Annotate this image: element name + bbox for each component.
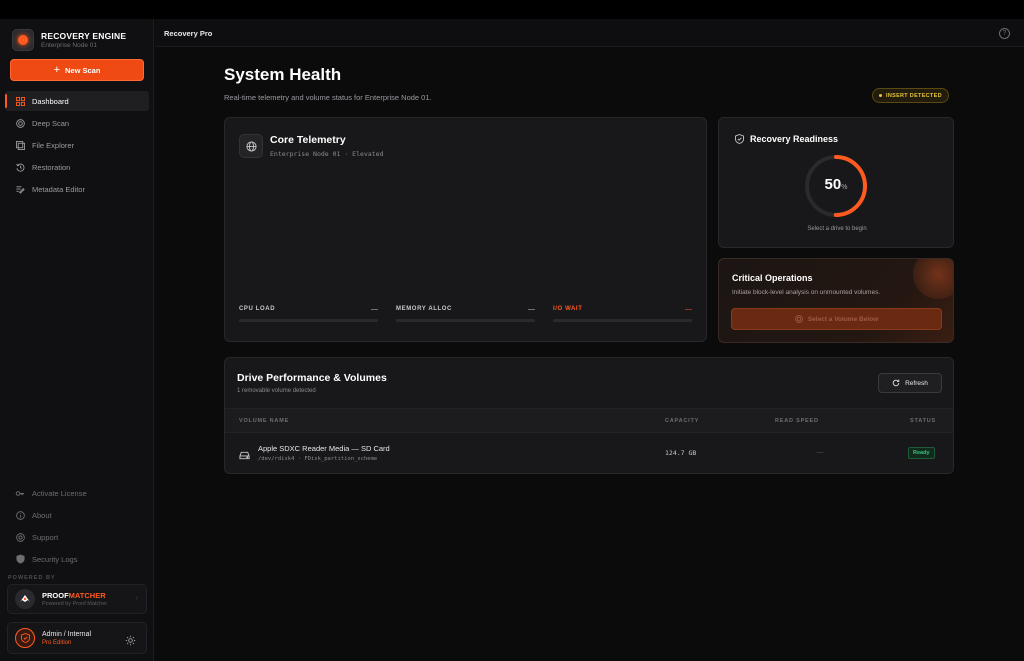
sidebar-item-deep-scan[interactable]: Deep Scan: [5, 113, 149, 133]
secondary-nav: Activate License About Support Security …: [5, 483, 149, 571]
main-header: Recovery Pro ?: [155, 19, 1024, 47]
help-icon[interactable]: ?: [999, 28, 1010, 39]
new-scan-label: New Scan: [65, 65, 101, 75]
sidebar-item-label: Security Logs: [32, 554, 78, 564]
telemetry-title: Core Telemetry: [270, 134, 346, 146]
critical-subtitle: Initiate block-level analysis on unmount…: [732, 289, 881, 296]
recovery-readiness-card: Recovery Readiness 50% Select a drive to…: [718, 117, 954, 248]
column-header-volume-name[interactable]: VOLUME NAME: [239, 418, 289, 424]
page-subtitle: Real-time telemetry and volume status fo…: [224, 93, 432, 102]
sidebar-item-label: Support: [32, 532, 59, 542]
select-volume-button[interactable]: Select a Volume Below: [731, 308, 942, 330]
sidebar-item-activate-license[interactable]: Activate License: [5, 483, 149, 503]
key-icon: [15, 488, 25, 498]
refresh-icon: [892, 379, 900, 387]
sidebar-item-metadata-editor[interactable]: Metadata Editor: [5, 179, 149, 199]
proofmatcher-card[interactable]: PROOFMATCHER Powered by Proof Matcher ›: [7, 584, 147, 614]
volume-read-speed: —: [817, 449, 824, 456]
critical-operations-card: Critical Operations Initiate block-level…: [718, 258, 954, 343]
metric-io-wait: I/O WAIT —: [553, 306, 692, 322]
metric-value: —: [685, 306, 692, 313]
refresh-button[interactable]: Refresh: [878, 373, 942, 393]
sidebar-item-about[interactable]: About: [5, 505, 149, 525]
brand-subtitle: Enterprise Node 01: [41, 42, 98, 49]
sidebar-item-label: About: [32, 510, 52, 520]
avatar: [15, 628, 35, 648]
sidebar-item-support[interactable]: Support: [5, 527, 149, 547]
status-dot-icon: [879, 94, 882, 97]
page-title: System Health: [224, 65, 342, 84]
column-header-status[interactable]: STATUS: [910, 418, 936, 424]
volume-capacity: 124.7 GB: [665, 449, 697, 457]
drive-icon: [239, 447, 250, 465]
sidebar-item-restoration[interactable]: Restoration: [5, 157, 149, 177]
brand: RECOVERY ENGINE Enterprise Node 01: [12, 29, 126, 51]
readiness-title: Recovery Readiness: [735, 134, 838, 144]
folder-icon: [15, 140, 25, 150]
target-icon: [15, 118, 25, 128]
edit-list-icon: [15, 184, 25, 194]
sidebar: RECOVERY ENGINE Enterprise Node 01 + New…: [0, 19, 154, 661]
metric-value: —: [371, 306, 378, 313]
powered-by-label: POWERED BY: [8, 575, 56, 581]
plus-icon: +: [53, 64, 60, 76]
proofmatcher-title: PROOFMATCHER: [42, 591, 106, 600]
grid-icon: [15, 96, 25, 106]
metric-bar: [553, 319, 692, 322]
metric-label: MEMORY ALLOC: [396, 306, 452, 312]
brand-title: RECOVERY ENGINE: [41, 31, 127, 41]
telemetry-subtitle: Enterprise Node 01 · Elevated: [270, 150, 384, 158]
metric-memory-alloc: MEMORY ALLOC —: [396, 306, 535, 322]
metric-cpu-load: CPU LOAD —: [239, 306, 378, 322]
sidebar-item-label: File Explorer: [32, 140, 75, 150]
user-card[interactable]: Admin / Internal Pro Edition: [7, 622, 147, 654]
help-icon: [15, 532, 25, 542]
volume-path: /dev/rdisk4 · FDisk_partition_scheme: [258, 456, 378, 462]
history-icon: [15, 162, 25, 172]
shield-check-icon: [735, 134, 744, 144]
volume-name: Apple SDXC Reader Media — SD Card: [258, 444, 390, 453]
user-name: Admin / Internal: [42, 630, 92, 638]
sidebar-item-label: Activate License: [32, 488, 87, 498]
core-telemetry-card: Core Telemetry Enterprise Node 01 · Elev…: [224, 117, 707, 342]
user-edition: Pro Edition: [42, 639, 72, 646]
table-header: VOLUME NAME CAPACITY READ SPEED STATUS: [225, 408, 953, 433]
metric-label: I/O WAIT: [553, 306, 583, 312]
readiness-hint: Select a drive to begin: [807, 226, 867, 232]
gear-icon[interactable]: [125, 633, 136, 651]
readiness-value: 50%: [824, 176, 848, 193]
critical-title: Critical Operations: [732, 273, 813, 283]
proofmatcher-logo-icon: [15, 589, 35, 609]
column-header-read-speed[interactable]: READ SPEED: [775, 418, 819, 424]
brand-logo-icon: [12, 29, 34, 51]
sidebar-item-label: Metadata Editor: [32, 184, 85, 194]
sidebar-item-label: Restoration: [32, 162, 71, 172]
sidebar-item-security-logs[interactable]: Security Logs: [5, 549, 149, 569]
globe-icon: [239, 134, 263, 158]
drives-title: Drive Performance & Volumes: [237, 372, 387, 384]
info-icon: [15, 510, 25, 520]
app-title: Recovery Pro: [164, 29, 213, 38]
column-header-capacity[interactable]: CAPACITY: [665, 418, 699, 424]
sidebar-item-label: Dashboard: [32, 96, 69, 106]
window-top-bar: [0, 0, 1024, 19]
sidebar-item-dashboard[interactable]: Dashboard: [5, 91, 149, 111]
new-scan-button[interactable]: + New Scan: [10, 59, 144, 81]
insert-detected-badge: INSERT DETECTED: [872, 88, 949, 103]
proofmatcher-subtitle: Powered by Proof Matcher: [42, 601, 108, 607]
table-row[interactable]: Apple SDXC Reader Media — SD Card /dev/r…: [225, 434, 953, 472]
target-icon: [794, 315, 803, 323]
drive-performance-card: Drive Performance & Volumes 1 removable …: [224, 357, 954, 474]
drives-subtitle: 1 removable volume detected: [237, 388, 316, 394]
status-badge: Ready: [908, 447, 935, 459]
metric-value: —: [528, 306, 535, 313]
metric-bar: [239, 319, 378, 322]
sidebar-item-file-explorer[interactable]: File Explorer: [5, 135, 149, 155]
metric-label: CPU LOAD: [239, 306, 276, 312]
main-nav: Dashboard Deep Scan File Explorer Restor…: [5, 91, 149, 201]
shield-icon: [15, 554, 25, 564]
metric-bar: [396, 319, 535, 322]
chevron-right-icon: ›: [135, 595, 138, 602]
sidebar-item-label: Deep Scan: [32, 118, 70, 128]
